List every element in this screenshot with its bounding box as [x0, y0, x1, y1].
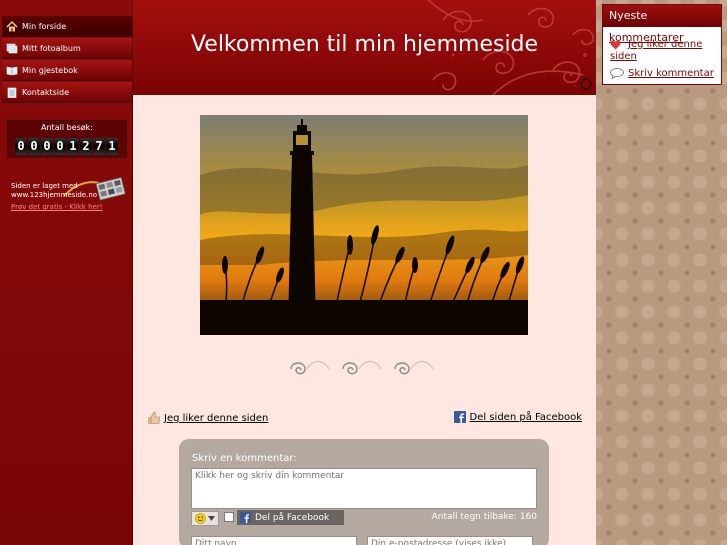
counter-digit: 0 [41, 138, 53, 155]
name-field[interactable] [191, 536, 357, 545]
latest-like-link[interactable]: Jeg liker denne siden [610, 39, 718, 63]
comment-form-title: Skriv en kommentar: [192, 453, 297, 464]
nav-item-photo-album[interactable]: Mitt fotoalbum [2, 38, 132, 59]
characters-remaining: Antall tegn tilbake: 160 [431, 512, 537, 522]
nav-item-home[interactable]: Min forside [2, 16, 132, 37]
like-page-link[interactable]: Jeg liker denne siden [147, 411, 268, 425]
write-comment-link[interactable]: Skriv kommentar [610, 68, 714, 79]
counter-digit: 0 [15, 138, 27, 155]
smiley-icon [195, 513, 206, 524]
facebook-share-button-label: Del på Facebook [255, 512, 330, 523]
try-free-link[interactable]: Prøv det gratis - Klikk her! [11, 203, 103, 211]
sidebar: Min forside Mitt fotoalbum Min gjestebok… [0, 0, 133, 545]
ornament-divider [290, 360, 434, 375]
facebook-icon [453, 411, 466, 423]
speech-bubble-icon [610, 68, 624, 79]
page-title: Velkommen til min hjemmeside [190, 32, 539, 57]
nav-item-guestbook[interactable]: Min gjestebok [2, 60, 132, 81]
nav-item-contact[interactable]: Kontaktside [2, 82, 132, 103]
nav-item-label: Min forside [22, 21, 67, 31]
comment-form: Skriv en kommentar: Del på Facebook Anta… [179, 439, 549, 545]
main-content: Jeg liker denne siden Del siden på Faceb… [133, 95, 596, 545]
visit-counter: Antall besøk: 0 0 0 0 1 2 7 1 [7, 120, 127, 158]
nav-item-label: Mitt fotoalbum [22, 43, 81, 53]
right-column: Nyeste kommentarer Jeg liker denne siden… [596, 0, 727, 545]
latest-comments-box: Nyeste kommentarer Jeg liker denne siden… [602, 4, 722, 85]
visit-counter-digits: 0 0 0 0 1 2 7 1 [15, 138, 118, 155]
counter-digit: 2 [80, 138, 92, 155]
contact-icon [7, 87, 17, 98]
header-banner: Velkommen til min hjemmeside [133, 0, 596, 95]
latest-comments-title-text: Nyeste [609, 9, 648, 22]
facebook-icon [240, 512, 251, 523]
latest-comments-title: Nyeste kommentarer [603, 5, 721, 44]
facebook-share-button[interactable]: Del på Facebook [237, 510, 344, 525]
comment-textarea[interactable] [191, 468, 537, 509]
visit-counter-label: Antall besøk: [41, 123, 93, 132]
made-with-text: Siden er laget med www.123hjemmeside.no [11, 182, 98, 199]
facebook-share-link[interactable]: Del siden på Facebook [453, 411, 582, 423]
home-icon [6, 20, 18, 31]
nav-item-label: Kontaktside [22, 87, 70, 97]
nav-item-label: Min gjestebok [22, 65, 78, 75]
counter-digit: 0 [28, 138, 40, 155]
counter-digit: 1 [67, 138, 79, 155]
email-field[interactable] [367, 536, 533, 545]
photo-album-icon [6, 43, 18, 53]
latest-like-label: Jeg liker denne siden [610, 39, 703, 62]
counter-digit: 0 [54, 138, 66, 155]
heart-icon [610, 40, 621, 50]
facebook-share-checkbox[interactable] [224, 512, 234, 522]
thumbs-up-icon [148, 411, 160, 424]
write-comment-label: Skriv kommentar [628, 68, 714, 79]
emoji-picker-button[interactable] [191, 511, 219, 526]
counter-digit: 1 [106, 138, 118, 155]
lighthouse-photo [200, 115, 528, 335]
facebook-share-label: Del siden på Facebook [469, 411, 582, 423]
chevron-down-icon [208, 516, 215, 521]
counter-digit: 7 [93, 138, 105, 155]
like-page-label: Jeg liker denne siden [164, 412, 269, 424]
guestbook-icon [6, 66, 18, 75]
